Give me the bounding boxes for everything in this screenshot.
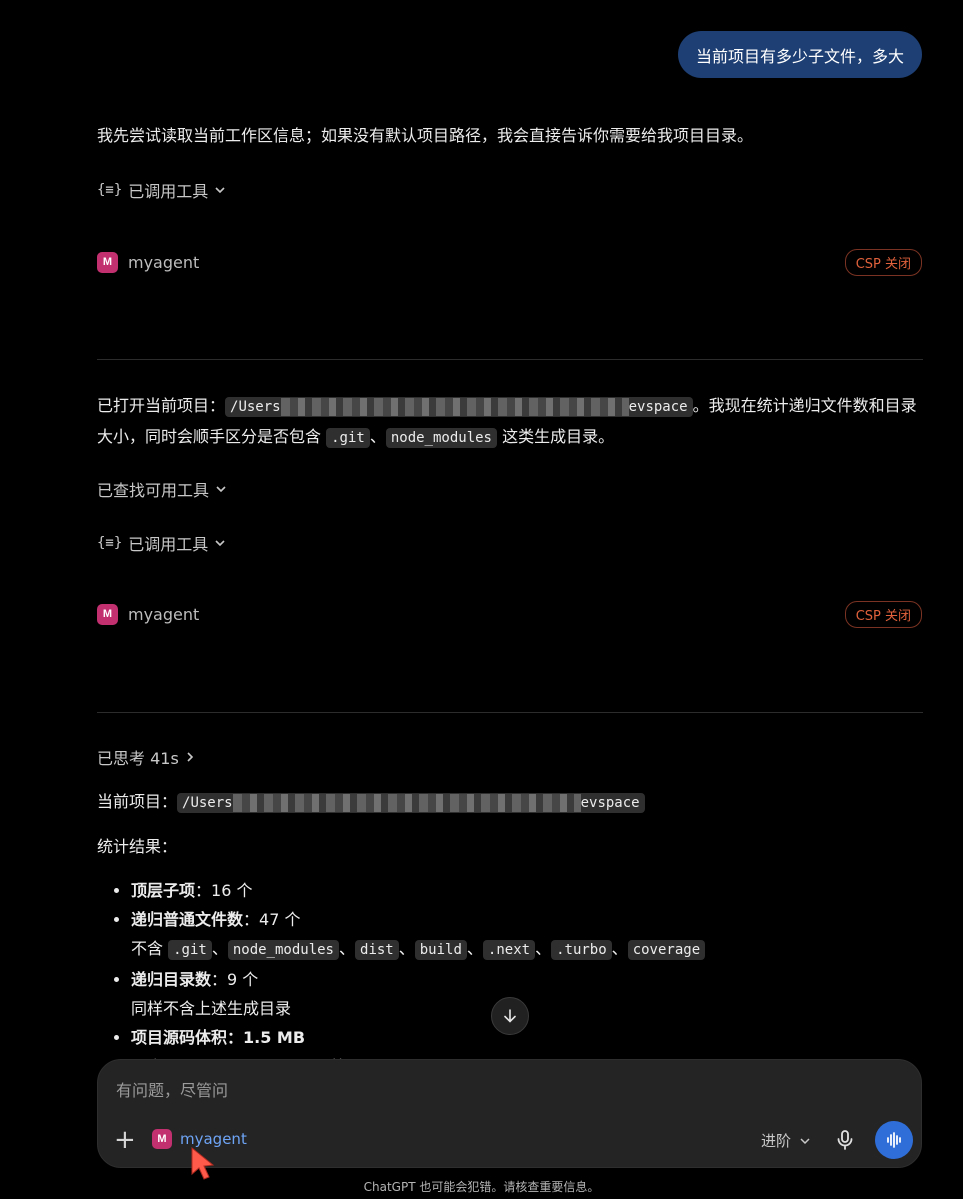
agent-avatar: M xyxy=(97,251,118,273)
tool-braces-icon: {≡} xyxy=(97,535,123,551)
arrow-down-icon xyxy=(504,1009,516,1023)
tools-called-label: 已调用工具 xyxy=(128,182,209,201)
agent-avatar: M xyxy=(152,1129,172,1149)
redacted-path xyxy=(280,398,629,416)
csp-status-badge[interactable]: CSP 关闭 xyxy=(844,600,922,628)
plus-icon[interactable]: + xyxy=(114,1127,136,1153)
disclaimer: ChatGPT 也可能会犯错。请核查重要信息。 xyxy=(363,1180,600,1194)
chevron-right-icon xyxy=(187,752,193,762)
waveform-icon xyxy=(887,1132,901,1148)
search-tools-label: 已查找可用工具 xyxy=(97,481,210,500)
user-message-text: 当前项目有多少子文件，多大 xyxy=(695,46,904,66)
composer: + M myagent 进阶 xyxy=(97,1059,922,1168)
agent-avatar: M xyxy=(97,603,118,625)
assistant-message-2: 已打开当前项目：/Users evspace 。我现在统计递归文件数和目录大小，同时… xyxy=(97,396,917,448)
agent-row-1: M myagent CSP 关闭 xyxy=(97,248,922,276)
list-item: 递归普通文件数：47 个 不含 .git、node_modules、dist、b… xyxy=(131,905,911,965)
user-message-bubble: 当前项目有多少子文件，多大 xyxy=(677,31,922,78)
tools-called-toggle-1[interactable]: {≡} 已调用工具 xyxy=(97,177,226,203)
project-path-code: /Users evspace xyxy=(225,397,693,417)
search-tools-toggle[interactable]: 已查找可用工具 xyxy=(97,476,227,502)
tool-braces-icon: {≡} xyxy=(97,182,123,198)
agent-name[interactable]: myagent xyxy=(128,605,199,624)
message-input[interactable] xyxy=(114,1076,898,1104)
mouse-cursor-icon xyxy=(191,1146,215,1180)
assistant-text: 我先尝试读取当前工作区信息；如果没有默认项目路径，我会直接告诉你需要给我项目目录… xyxy=(97,126,754,145)
agent-name[interactable]: myagent xyxy=(128,253,199,272)
stats-label: 统计结果： xyxy=(97,837,178,856)
redacted-path xyxy=(232,794,581,812)
microphone-icon[interactable] xyxy=(833,1128,857,1152)
divider xyxy=(97,712,923,713)
divider xyxy=(97,359,923,360)
chevron-down-icon xyxy=(215,187,225,194)
model-level-dropdown[interactable]: 进阶 xyxy=(761,1130,811,1151)
scroll-to-bottom-button[interactable] xyxy=(491,997,529,1035)
thought-toggle[interactable]: 已思考 41s xyxy=(97,744,195,770)
list-item: 顶层子项：16 个 xyxy=(131,876,911,905)
tools-called-label: 已调用工具 xyxy=(128,535,209,554)
chevron-down-icon xyxy=(215,540,225,547)
opened-project-prefix: 已打开当前项目： xyxy=(97,396,226,415)
thought-duration-label: 已思考 41s xyxy=(97,749,179,768)
voice-mode-button[interactable] xyxy=(875,1121,913,1159)
current-project-line: 当前项目：/Users evspace xyxy=(97,787,923,818)
tools-called-toggle-2[interactable]: {≡} 已调用工具 xyxy=(97,530,226,556)
project-path-code: /Users evspace xyxy=(177,793,645,813)
agent-row-2: M myagent CSP 关闭 xyxy=(97,600,922,628)
csp-status-badge[interactable]: CSP 关闭 xyxy=(844,248,922,276)
assistant-message-1: 我先尝试读取当前工作区信息；如果没有默认项目路径，我会直接告诉你需要给我项目目录… xyxy=(97,121,923,151)
chevron-down-icon xyxy=(216,486,226,493)
chevron-down-icon xyxy=(800,1137,810,1144)
code-git: .git xyxy=(326,428,370,448)
code-node-modules: node_modules xyxy=(385,428,497,448)
